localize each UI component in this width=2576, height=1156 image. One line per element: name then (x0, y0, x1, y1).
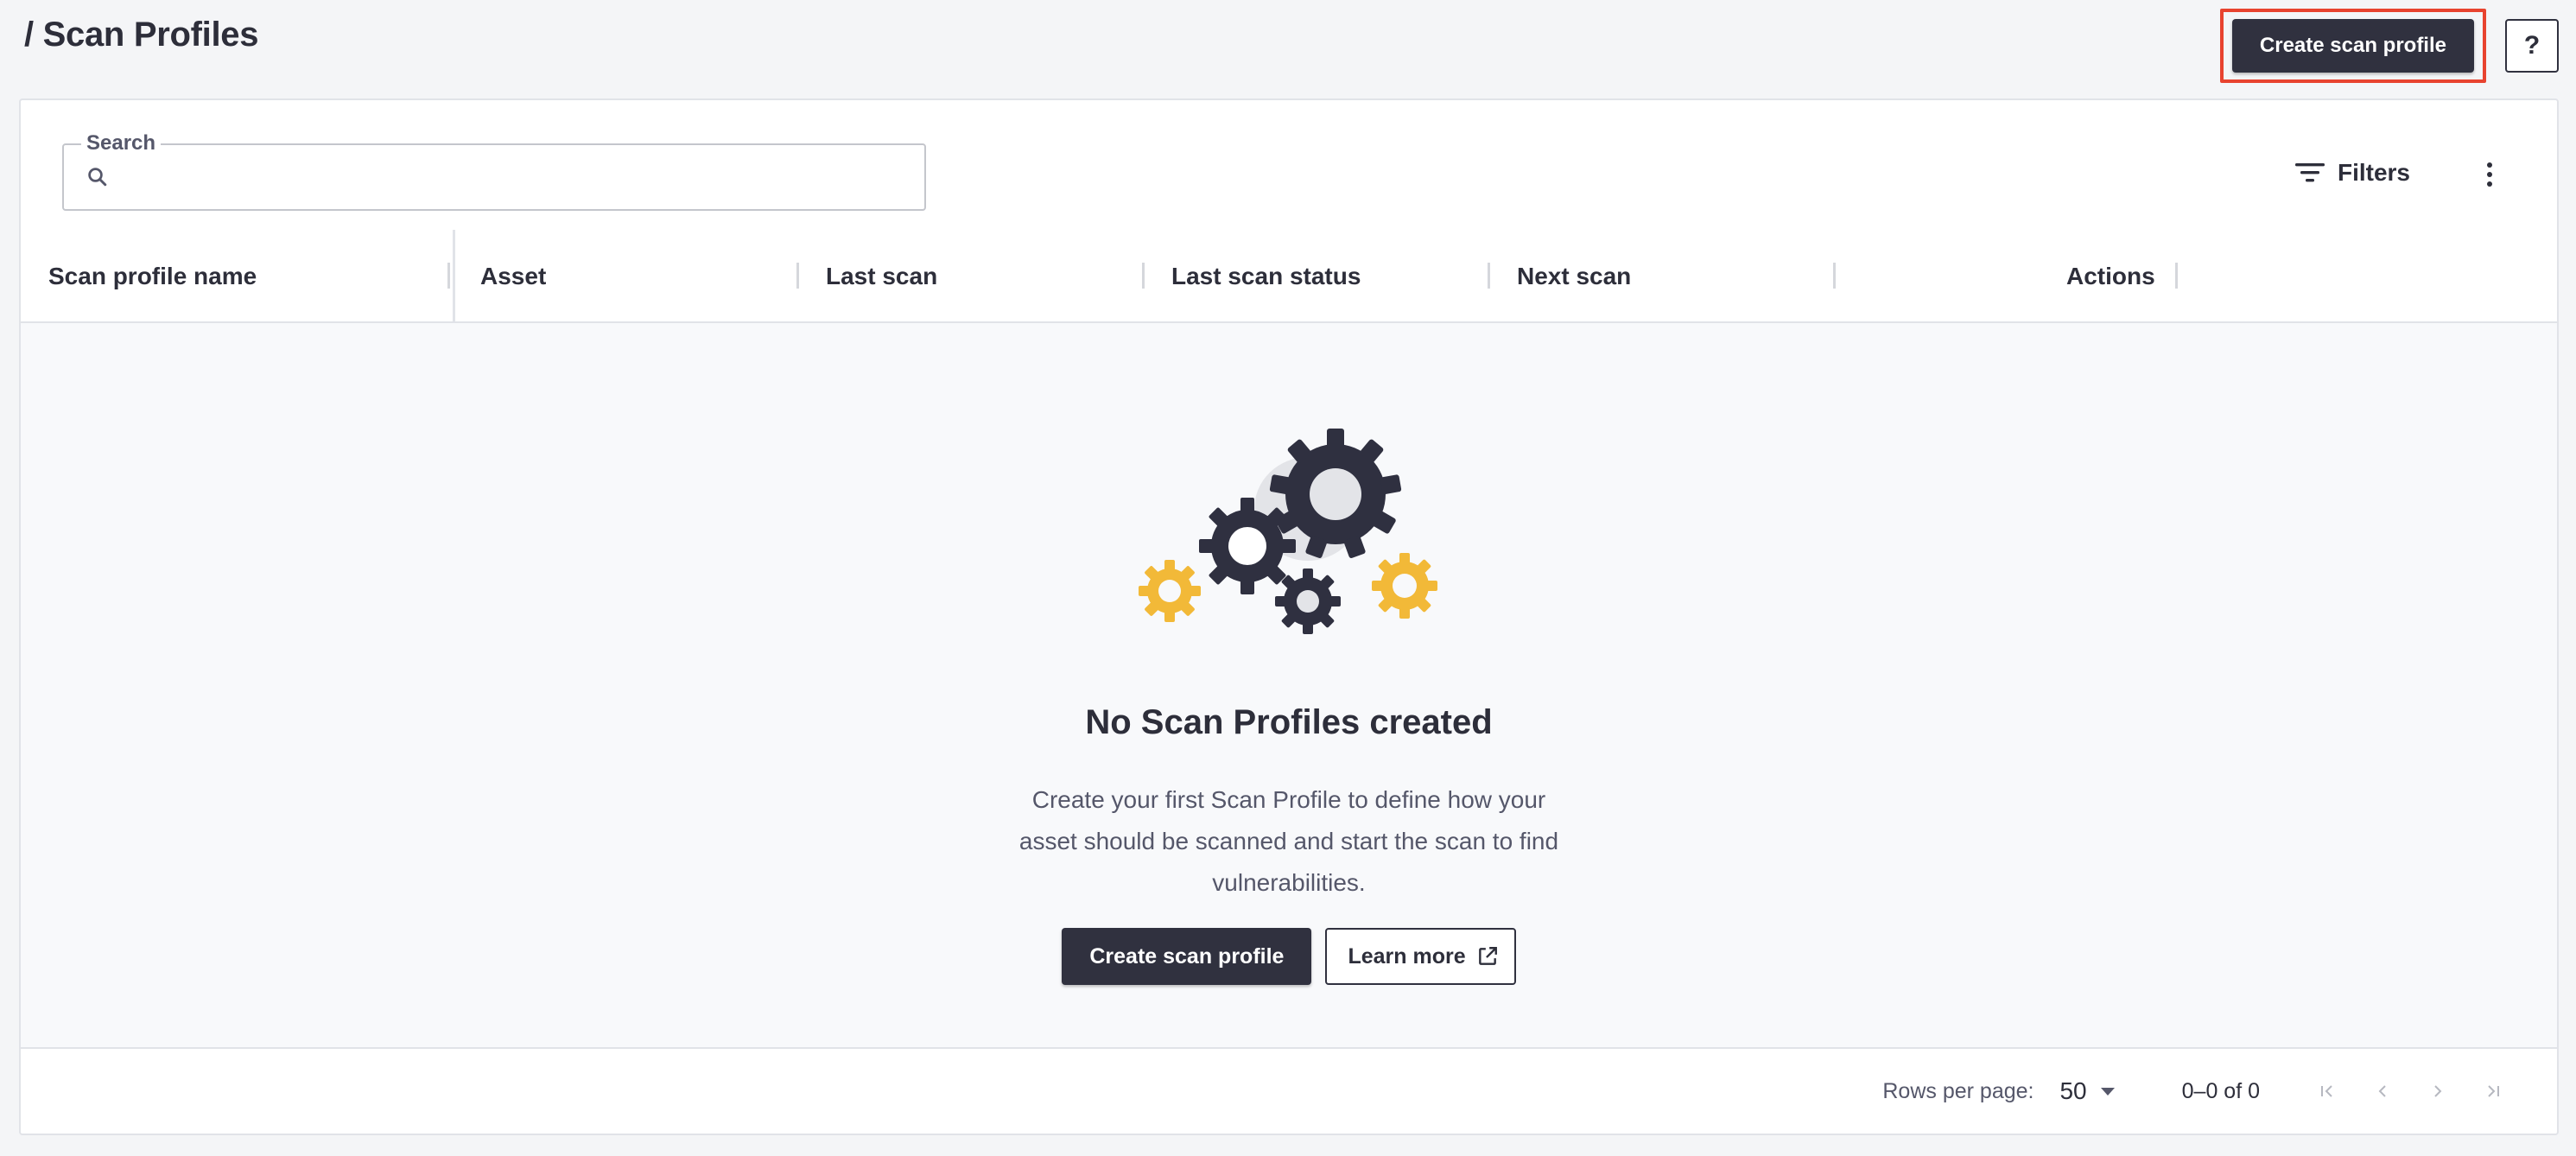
learn-more-button[interactable]: Learn more (1325, 928, 1516, 985)
first-page-button[interactable] (2315, 1079, 2339, 1103)
top-actions: Create scan profile ? (2219, 9, 2559, 83)
column-separator (1833, 263, 1836, 289)
column-header-scan-profile-name[interactable]: Scan profile name (48, 230, 257, 323)
column-header-asset[interactable]: Asset (480, 230, 546, 323)
external-link-icon (1478, 947, 1497, 965)
create-scan-profile-button[interactable]: Create scan profile (2231, 19, 2474, 73)
search-field[interactable]: Search (62, 131, 926, 211)
column-header-last-scan-status[interactable]: Last scan status (1171, 230, 1361, 323)
last-page-icon (2488, 1085, 2499, 1097)
last-page-button[interactable] (2481, 1079, 2505, 1103)
chevron-right-icon (2434, 1085, 2442, 1097)
next-page-button[interactable] (2426, 1079, 2450, 1103)
empty-state-title: No Scan Profiles created (1085, 703, 1493, 741)
column-separator (2175, 263, 2178, 289)
first-page-icon (2321, 1085, 2332, 1097)
help-button[interactable]: ? (2505, 19, 2559, 73)
rows-per-page-label: Rows per page: (1882, 1078, 2034, 1103)
rows-per-page-select[interactable]: 50 (2059, 1077, 2115, 1105)
search-icon (88, 168, 107, 187)
column-separator (1488, 263, 1490, 289)
pagination-controls (2315, 1079, 2505, 1103)
create-scan-profile-main-button[interactable]: Create scan profile (1062, 928, 1312, 985)
gears-illustration (1139, 429, 1437, 634)
page-title: / Scan Profiles (24, 16, 259, 54)
chevron-left-icon (2378, 1085, 2386, 1097)
column-separator (1142, 263, 1145, 289)
table-footer: Rows per page: 50 0–0 of 0 (21, 1049, 2557, 1134)
highlight-box: Create scan profile (2219, 9, 2486, 83)
empty-state: No Scan Profiles created Create your fir… (21, 323, 2557, 1049)
column-header-last-scan[interactable]: Last scan (826, 230, 937, 323)
filter-icon (2294, 163, 2325, 182)
search-label: Search (81, 131, 162, 156)
table-header: Scan profile name Asset Last scan Last s… (21, 230, 2557, 323)
chevron-down-icon (2100, 1087, 2115, 1096)
search-input[interactable] (124, 157, 902, 197)
pinned-column-divider (453, 230, 455, 323)
filters-label: Filters (2337, 159, 2410, 186)
filters-button[interactable]: Filters (2294, 159, 2410, 187)
empty-state-actions: Create scan profile Learn more (21, 928, 2557, 985)
previous-page-button[interactable] (2370, 1079, 2395, 1103)
pagination-range: 0–0 of 0 (2181, 1078, 2260, 1103)
column-separator (447, 263, 450, 289)
more-options-kebab-icon[interactable] (2479, 157, 2500, 192)
toolbar: Search Filters (21, 100, 2557, 230)
scan-profiles-card: Search Filters Scan profile name Asset L… (19, 98, 2559, 1135)
column-header-next-scan[interactable]: Next scan (1517, 230, 1631, 323)
empty-state-description: Create your first Scan Profile to define… (1018, 786, 1559, 896)
learn-more-label: Learn more (1348, 943, 1466, 969)
column-header-actions[interactable]: Actions (2066, 230, 2155, 323)
rows-per-page-value: 50 (2059, 1077, 2087, 1104)
column-separator (796, 263, 799, 289)
